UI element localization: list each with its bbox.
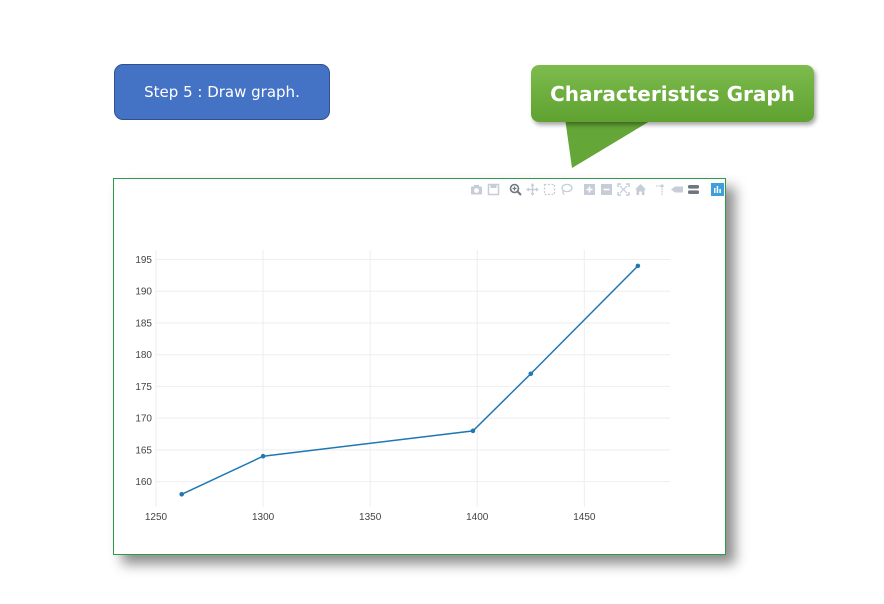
zoom-icon[interactable] bbox=[509, 183, 522, 196]
line-chart[interactable]: 160 165 170 175 180 185 190 195 1250 1300 1350 1400… bbox=[114, 179, 727, 556]
save-icon[interactable] bbox=[487, 183, 500, 196]
graph-panel: 160 165 170 175 180 185 190 195 1250 1300 1350 1400… bbox=[113, 178, 726, 555]
data-point bbox=[179, 492, 184, 497]
x-tick-label: 1350 bbox=[359, 512, 382, 523]
x-tick-label: 1300 bbox=[252, 512, 275, 523]
y-tick-label: 160 bbox=[135, 477, 152, 488]
characteristics-graph-callout: Characteristics Graph bbox=[531, 65, 814, 122]
hover-closest-icon[interactable] bbox=[671, 183, 684, 196]
spike-lines-icon[interactable] bbox=[654, 183, 667, 196]
step-label: Step 5 : Draw graph. bbox=[144, 83, 300, 101]
data-point bbox=[635, 263, 641, 269]
data-point bbox=[470, 428, 476, 434]
camera-icon[interactable] bbox=[470, 183, 483, 196]
y-tick-label: 195 bbox=[135, 255, 152, 266]
data-point bbox=[260, 453, 266, 459]
pan-icon[interactable] bbox=[526, 183, 539, 196]
y-tick-label: 180 bbox=[135, 350, 152, 361]
autoscale-icon[interactable] bbox=[617, 183, 630, 196]
x-tick-label: 1250 bbox=[145, 512, 168, 523]
lasso-icon[interactable] bbox=[560, 183, 573, 196]
y-tick-label: 170 bbox=[135, 414, 152, 425]
y-tick-label: 190 bbox=[135, 287, 152, 298]
step-label-box: Step 5 : Draw graph. bbox=[114, 64, 330, 120]
box-select-icon[interactable] bbox=[543, 183, 556, 196]
y-tick-label: 175 bbox=[135, 382, 152, 393]
x-tick-label: 1450 bbox=[573, 512, 596, 523]
series-line bbox=[181, 265, 639, 495]
home-icon[interactable] bbox=[634, 183, 647, 196]
hover-compare-icon[interactable] bbox=[687, 183, 700, 196]
plotly-logo-icon[interactable] bbox=[711, 183, 724, 196]
zoom-in-icon[interactable] bbox=[583, 183, 596, 196]
plot-modebar bbox=[114, 179, 727, 203]
data-point bbox=[528, 371, 534, 377]
y-tick-label: 185 bbox=[135, 318, 152, 329]
callout-title: Characteristics Graph bbox=[550, 81, 795, 106]
zoom-out-icon[interactable] bbox=[600, 183, 613, 196]
x-tick-label: 1400 bbox=[466, 512, 489, 523]
callout-tail bbox=[565, 118, 655, 168]
y-tick-label: 165 bbox=[135, 445, 152, 456]
